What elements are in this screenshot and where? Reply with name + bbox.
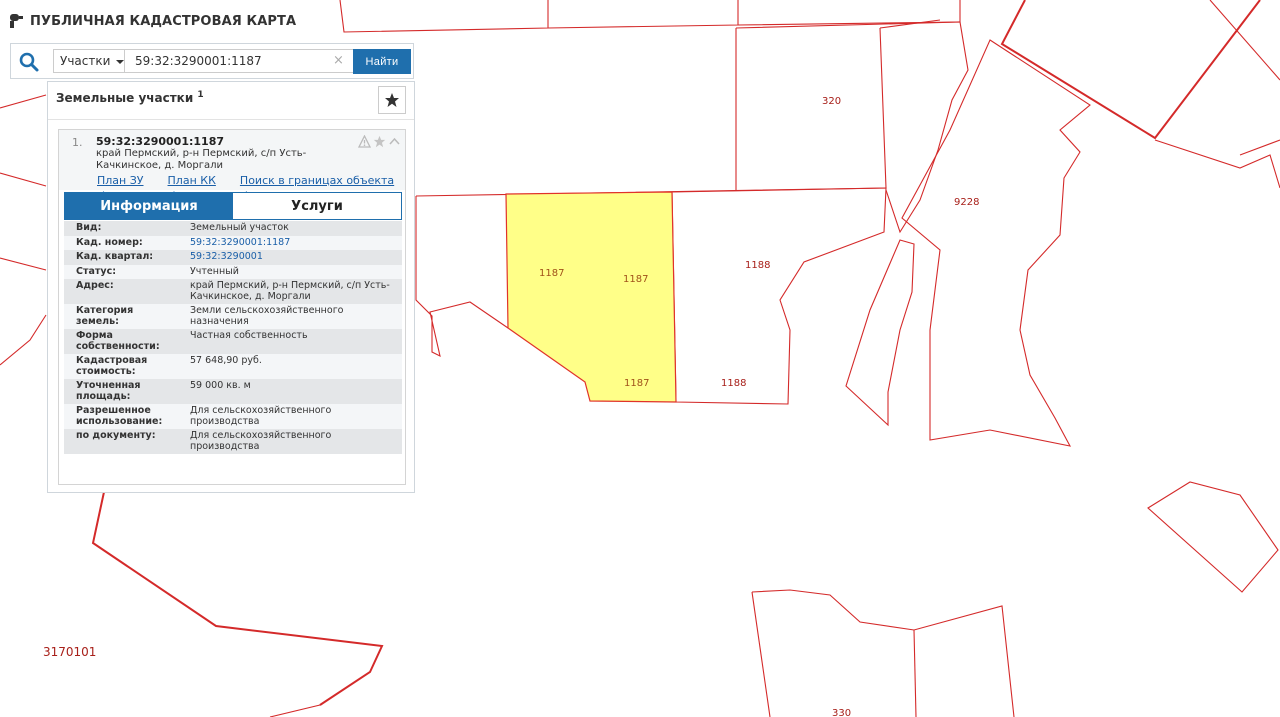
parcel-boundary[interactable] bbox=[0, 257, 47, 271]
result-address: край Пермский, р-н Пермский, с/п Усть-Ка… bbox=[96, 148, 307, 171]
card-actions bbox=[358, 135, 401, 148]
parcel-boundary[interactable] bbox=[901, 39, 1091, 447]
results-panel: Земельные участки 1 1. 59:32:3290001:118… bbox=[47, 81, 415, 493]
parcel-label-320: 320 bbox=[822, 96, 841, 107]
object-type-select[interactable]: Участки bbox=[53, 49, 125, 73]
star-icon[interactable] bbox=[373, 135, 386, 148]
chevron-up-icon[interactable] bbox=[388, 135, 401, 148]
parcel-boundary[interactable] bbox=[0, 94, 47, 109]
selected-parcel-label: 1187 bbox=[539, 268, 564, 279]
find-button[interactable]: Найти bbox=[353, 49, 411, 74]
result-card: 1. 59:32:3290001:1187 край Пермский, р-н… bbox=[58, 129, 406, 485]
selected-parcel[interactable] bbox=[505, 191, 677, 403]
info-row: Уточненная площадь: 59 000 кв. м bbox=[64, 379, 402, 404]
info-table: Вид: Земельный участок Кад. номер: 59:32:32… bbox=[64, 221, 402, 454]
selected-parcel-label: 1187 bbox=[623, 274, 648, 285]
info-value: 59:32:3290001:1187 bbox=[180, 236, 402, 251]
app-logo-icon bbox=[10, 14, 23, 28]
quarter-boundary[interactable] bbox=[1000, 0, 1261, 140]
results-title: Земельные участки bbox=[56, 91, 194, 105]
parcel-boundary[interactable] bbox=[0, 172, 47, 187]
parcel-label-9228: 9228 bbox=[954, 197, 979, 208]
result-card-header: 1. 59:32:3290001:1187 край Пермский, р-н… bbox=[59, 130, 405, 200]
info-value: край Пермский, р-н Пермский, с/п Усть-Ка… bbox=[190, 280, 390, 302]
parcel-boundary[interactable] bbox=[92, 491, 383, 717]
parcel-boundary[interactable] bbox=[339, 0, 549, 33]
info-value: 59:32:3290001 bbox=[180, 250, 402, 265]
app-title: ПУБЛИЧНАЯ КАДАСТРОВАЯ КАРТА bbox=[30, 13, 297, 29]
selected-parcel-label: 1187 bbox=[624, 378, 649, 389]
info-row: Кадастровая стоимость: 57 648,90 руб. bbox=[64, 354, 402, 379]
parcel-boundary[interactable] bbox=[415, 196, 509, 358]
info-row: Категория земель: Земли сельскохозяйствен… bbox=[64, 304, 402, 329]
parcel-boundary[interactable] bbox=[751, 589, 1015, 717]
parcel-boundary[interactable] bbox=[735, 21, 969, 234]
info-value: Земельный участок bbox=[190, 222, 289, 233]
info-key: Категория земель: bbox=[76, 305, 134, 327]
info-key: Уточненная площадь: bbox=[76, 380, 141, 402]
info-row: по документу: Для сельскохозяйственного п… bbox=[64, 429, 402, 454]
parcel-label-1188: 1188 bbox=[721, 378, 746, 389]
info-row: Адрес: край Пермский, р-н Пермский, с/п У… bbox=[64, 279, 402, 304]
results-count: 1 bbox=[197, 90, 204, 100]
info-key: Адрес: bbox=[76, 280, 114, 291]
info-link[interactable]: 59:32:3290001:1187 bbox=[190, 237, 290, 248]
tab-services[interactable]: Услуги bbox=[233, 193, 401, 219]
parcel-boundary[interactable] bbox=[1239, 139, 1280, 156]
favorite-button[interactable] bbox=[378, 86, 406, 114]
search-icon[interactable] bbox=[17, 51, 41, 73]
results-header: Земельные участки 1 bbox=[56, 90, 204, 105]
object-type-label: Участки bbox=[60, 54, 111, 68]
parcel-boundary[interactable] bbox=[671, 187, 887, 405]
info-row: Кад. номер: 59:32:3290001:1187 bbox=[64, 235, 402, 251]
info-value: Учтенный bbox=[190, 265, 239, 277]
info-key: Кад. квартал: bbox=[76, 251, 154, 262]
parcel-boundary[interactable] bbox=[547, 0, 739, 29]
info-key: Кад. номер: bbox=[76, 236, 143, 248]
info-row: Разрешенное использование: Для сельскохоз… bbox=[64, 404, 402, 429]
info-key: Статус: bbox=[76, 265, 117, 277]
parcel-boundary[interactable] bbox=[1209, 0, 1280, 81]
info-row: Кад. квартал: 59:32:3290001 bbox=[64, 250, 402, 265]
parcel-boundary[interactable] bbox=[913, 629, 917, 717]
parcel-boundary[interactable] bbox=[415, 27, 887, 197]
info-key: Вид: bbox=[76, 222, 102, 233]
info-value: Частная собственность bbox=[190, 330, 308, 341]
result-tabs: Информация Услуги bbox=[64, 192, 402, 220]
parcel-label-330: 330 bbox=[832, 708, 851, 717]
result-index: 1. bbox=[72, 136, 83, 149]
parcel-boundary[interactable] bbox=[1147, 481, 1279, 593]
clear-icon[interactable]: × bbox=[333, 54, 344, 68]
info-value: Для сельскохозяйственного производства bbox=[190, 405, 332, 427]
info-row: Форма собственности: Частная собственност… bbox=[64, 329, 402, 354]
info-value: Для сельскохозяйственного производства bbox=[190, 430, 332, 452]
cadastral-number[interactable]: 59:32:3290001:1187 bbox=[96, 135, 224, 148]
search-bar: Участки × Найти bbox=[10, 43, 414, 79]
parcel-boundary[interactable] bbox=[751, 591, 771, 717]
parcel-boundary[interactable] bbox=[845, 239, 915, 427]
info-value: Земли сельскохозяйственного назначения bbox=[190, 305, 344, 327]
warning-icon[interactable] bbox=[358, 135, 371, 148]
search-input[interactable] bbox=[124, 49, 354, 73]
tab-information[interactable]: Информация bbox=[65, 193, 233, 219]
info-row: Статус: Учтенный bbox=[64, 264, 402, 279]
info-key: по документу: bbox=[76, 430, 156, 441]
divider bbox=[48, 119, 414, 120]
parcel-boundary[interactable] bbox=[0, 314, 47, 366]
parcel-label-1188: 1188 bbox=[745, 260, 770, 271]
info-value: 59 000 кв. м bbox=[190, 380, 251, 391]
info-row: Вид: Земельный участок bbox=[64, 221, 402, 236]
star-icon bbox=[385, 93, 399, 107]
info-key: Форма собственности: bbox=[76, 330, 160, 352]
info-key: Разрешенное использование: bbox=[76, 405, 163, 427]
app-header: ПУБЛИЧНАЯ КАДАСТРОВАЯ КАРТА bbox=[10, 10, 296, 32]
info-key: Кадастровая стоимость: bbox=[76, 355, 148, 377]
info-link[interactable]: 59:32:3290001 bbox=[190, 251, 263, 262]
info-value: 57 648,90 руб. bbox=[190, 355, 262, 366]
quarter-label: 3170101 bbox=[43, 645, 96, 659]
quarter-boundary[interactable] bbox=[91, 491, 384, 706]
